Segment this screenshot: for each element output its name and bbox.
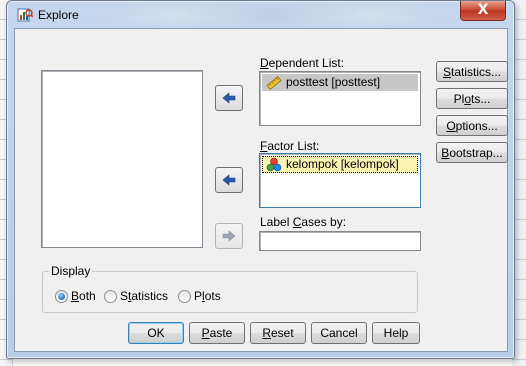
- list-item[interactable]: posttest [posttest]: [262, 74, 418, 91]
- source-variable-list[interactable]: [41, 70, 203, 248]
- dialog-client-area: Dependent List: posttest [posttest] Fact…: [14, 28, 508, 352]
- radio-plots[interactable]: [178, 290, 191, 303]
- display-group: [42, 271, 418, 313]
- cancel-button[interactable]: Cancel: [311, 322, 367, 344]
- display-group-legend: Display: [49, 264, 93, 278]
- arrow-left-icon: [222, 92, 236, 104]
- radio-both[interactable]: [55, 290, 68, 303]
- label-cases-field[interactable]: [259, 231, 421, 251]
- arrow-right-icon: [222, 230, 236, 242]
- options-button[interactable]: Options...: [436, 115, 508, 136]
- window-title: Explore: [38, 8, 79, 22]
- title-bar-blur: [107, 7, 437, 23]
- radio-statistics[interactable]: [104, 290, 117, 303]
- close-button[interactable]: X: [460, 1, 506, 21]
- list-item-label: posttest [posttest]: [286, 75, 381, 89]
- move-to-dependent-button[interactable]: [215, 85, 243, 111]
- ruler-scale-icon: [266, 76, 282, 90]
- radio-statistics-label[interactable]: Statistics: [120, 289, 168, 303]
- label-cases-label: Label Cases by:: [260, 215, 347, 229]
- radio-both-label[interactable]: Both: [71, 289, 96, 303]
- factor-list[interactable]: kelompok [kelompok]: [259, 153, 421, 208]
- reset-button[interactable]: Reset: [250, 322, 306, 344]
- ok-button[interactable]: OK: [128, 322, 184, 344]
- list-item-label: kelompok [kelompok]: [286, 157, 399, 171]
- radio-plots-label[interactable]: Plots: [194, 289, 221, 303]
- factor-list-label: Factor List:: [260, 139, 320, 153]
- plots-button[interactable]: Pl o ts...: [436, 88, 508, 109]
- bootstrap-button[interactable]: Bootstrap...: [436, 142, 508, 163]
- title-bar[interactable]: Explore X: [7, 1, 514, 29]
- explore-dialog: Explore X Dependent List: posttest [post…: [6, 0, 515, 359]
- paste-button[interactable]: Paste: [189, 322, 245, 344]
- dependent-list[interactable]: posttest [posttest]: [259, 71, 421, 126]
- close-icon: X: [477, 2, 489, 18]
- arrow-left-icon: [222, 174, 236, 186]
- move-to-factor-button[interactable]: [215, 167, 243, 193]
- dependent-list-label: Dependent List:: [260, 56, 345, 70]
- explore-app-icon: [17, 8, 33, 22]
- move-to-label-cases-button[interactable]: [215, 223, 243, 249]
- nominal-variable-icon: [266, 157, 282, 172]
- list-item[interactable]: kelompok [kelompok]: [262, 156, 418, 173]
- help-button[interactable]: Help: [372, 322, 420, 344]
- statistics-button[interactable]: Statistics...: [436, 61, 508, 82]
